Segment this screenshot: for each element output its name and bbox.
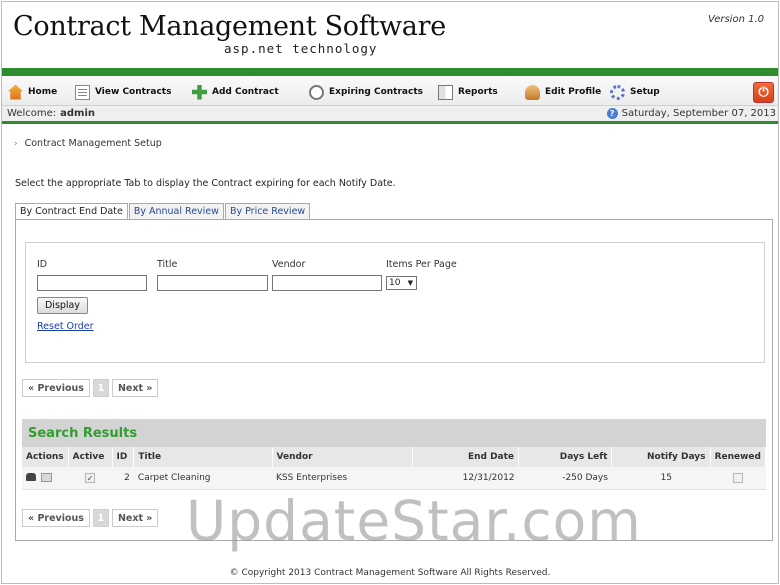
current-date: ? Saturday, September 07, 2013 [606,108,776,119]
date-text: Saturday, September 07, 2013 [621,108,776,119]
nav-item-view-contracts[interactable]: View Contracts [75,83,171,101]
app-title: Contract Management Software [13,11,446,42]
filter-box: ID Title Vendor Items Per Page 10 ▼ Disp… [25,242,765,363]
view-contracts-icon [75,84,90,100]
watermark: UpdateStar.com [186,489,642,553]
col-id[interactable]: ID [112,447,135,467]
col-days-left[interactable]: Days Left [518,447,613,467]
reset-order-link[interactable]: Reset Order [37,321,94,332]
welcome-text: Welcome: admin [7,108,95,119]
edit-profile-icon [525,84,540,100]
nav-item-label: Add Contract [212,87,279,97]
row-actions [22,467,69,490]
nav-item-home[interactable]: Home [8,83,57,101]
help-icon[interactable]: ? [606,108,618,119]
reports-icon [438,84,453,100]
pager-bottom: « Previous 1 Next » [22,509,161,527]
tab-by-price-review[interactable]: By Price Review [224,203,311,220]
items-per-page-select[interactable]: 10 ▼ [386,276,417,290]
vendor-label: Vendor [272,259,306,270]
app-window: Contract Management Software asp.net tec… [1,1,779,584]
display-button[interactable]: Display [37,297,88,314]
id-input[interactable] [37,275,147,291]
items-per-page-value: 10 [389,278,401,288]
nav-item-label: Setup [630,87,660,97]
table-row: ✓ 2 Carpet Cleaning KSS Enterprises 12/3… [22,467,766,490]
row-id: 2 [112,467,134,490]
page-header: Contract Management Software asp.net tec… [2,2,778,68]
nav-item-add-contract[interactable]: Add Contract [192,83,279,101]
id-label: ID [37,259,48,270]
col-renewed[interactable]: Renewed [710,447,767,467]
col-title[interactable]: Title [133,447,273,467]
row-title: Carpet Cleaning [133,467,273,490]
pager-top: « Previous 1 Next » [22,379,161,397]
main-nav: Home View Contracts Add Contract Expirin… [2,68,778,106]
chevron-down-icon: ▼ [407,279,413,287]
nav-item-expiring-contracts[interactable]: Expiring Contracts [309,83,423,101]
home-icon [8,84,23,100]
instructions-text: Select the appropriate Tab to display th… [15,178,396,189]
footer-copyright: © Copyright 2013 Contract Management Sof… [229,568,551,578]
add-contract-icon [192,84,207,100]
active-checkbox[interactable]: ✓ [85,472,96,483]
col-active[interactable]: Active [68,447,113,467]
nav-item-label: Edit Profile [545,87,602,97]
welcome-bar: Welcome: admin ? Saturday, September 07, … [2,106,778,124]
row-renewed-cell [710,467,766,490]
nav-item-label: Expiring Contracts [329,87,423,97]
power-icon: ⏻ [758,85,769,100]
previous-page-button[interactable]: « Previous [22,509,90,527]
row-notify-days: 15 [611,467,711,490]
current-page: 1 [92,509,109,527]
col-vendor[interactable]: Vendor [272,447,414,467]
view-icon[interactable] [26,473,36,482]
row-vendor: KSS Enterprises [272,467,413,490]
col-actions[interactable]: Actions [22,447,69,467]
welcome-user: admin [60,108,95,119]
nav-item-edit-profile[interactable]: Edit Profile [525,83,601,101]
logout-button[interactable]: ⏻ [753,82,774,103]
col-end-date[interactable]: End Date [412,447,520,467]
nav-item-label: Home [28,87,58,97]
edit-icon[interactable] [41,472,52,482]
breadcrumb-label: Contract Management Setup [24,138,162,149]
expiring-contracts-icon [309,84,324,100]
items-per-page-label: Items Per Page [386,259,457,270]
vendor-input[interactable] [272,275,382,291]
app-subtitle: asp.net technology [224,41,378,56]
results-table: Actions Active ID Title Vendor End Date … [22,447,767,490]
current-page: 1 [92,379,109,397]
title-input[interactable] [157,275,268,291]
nav-item-label: Reports [458,87,498,97]
nav-item-setup[interactable]: Setup [610,83,660,101]
chevron-right-icon: › [14,138,18,149]
row-active-cell: ✓ [68,467,112,490]
version-label: Version 1.0 [707,14,764,25]
next-page-button[interactable]: Next » [111,379,159,397]
tab-bar: By Contract End Date By Annual Review By… [15,203,311,221]
col-notify-days[interactable]: Notify Days [611,447,711,467]
renewed-checkbox[interactable] [732,472,743,483]
table-header-row: Actions Active ID Title Vendor End Date … [22,447,767,467]
breadcrumb: › Contract Management Setup [14,138,162,149]
nav-item-reports[interactable]: Reports [438,83,498,101]
tab-by-annual-review[interactable]: By Annual Review [128,203,224,220]
row-days-left: -250 Days [518,467,612,490]
results-header: Search Results [22,419,766,447]
next-page-button[interactable]: Next » [111,509,159,527]
row-end-date: 12/31/2012 [412,467,519,490]
previous-page-button[interactable]: « Previous [22,379,90,397]
nav-item-label: View Contracts [95,87,172,97]
title-label: Title [157,259,178,270]
welcome-label: Welcome: [7,108,57,119]
setup-icon [610,84,625,100]
results-title: Search Results [28,426,138,441]
